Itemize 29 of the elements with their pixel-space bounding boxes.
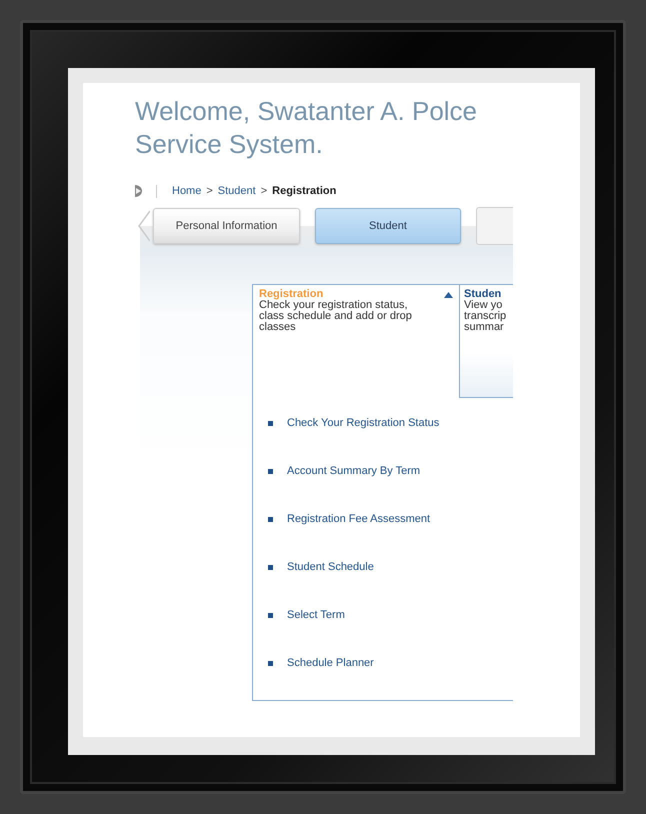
card-description: View yo bbox=[464, 300, 504, 311]
breadcrumb-link[interactable]: Home bbox=[172, 185, 202, 197]
menu-link[interactable]: Registration Fee Assessment bbox=[287, 513, 430, 525]
breadcrumb-separator: > bbox=[206, 185, 213, 197]
card-description: transcrip bbox=[464, 311, 508, 322]
arrow-icon[interactable] bbox=[135, 184, 145, 198]
menu-link[interactable]: Schedule Planner bbox=[287, 657, 374, 669]
card-description: summar bbox=[464, 322, 504, 333]
card-title: Studen bbox=[464, 289, 502, 300]
welcome-heading: Service System. bbox=[135, 128, 324, 161]
menu-link[interactable]: Account Summary By Term bbox=[287, 465, 420, 477]
menu-link[interactable]: Select Term bbox=[287, 609, 345, 621]
menu-link[interactable]: Check Your Registration Status bbox=[287, 417, 440, 429]
bullet-icon bbox=[268, 516, 273, 522]
bullet-icon bbox=[268, 564, 273, 570]
menu-link[interactable]: Student Schedule bbox=[287, 561, 374, 573]
welcome-heading: Welcome, Swatanter A. Polce bbox=[135, 95, 478, 128]
bullet-icon bbox=[268, 660, 273, 666]
nav-tab[interactable]: Student bbox=[315, 208, 461, 244]
breadcrumb-current: Registration bbox=[272, 185, 336, 197]
card-title: Registration bbox=[259, 289, 324, 300]
bullet-icon bbox=[268, 468, 273, 474]
card-description: Check your registration status, class schedule and add or drop classes bbox=[259, 300, 413, 333]
bullet-icon bbox=[268, 420, 273, 426]
nav-tab[interactable]: Personal Information bbox=[153, 208, 300, 244]
breadcrumb-link[interactable]: Student bbox=[218, 185, 256, 197]
breadcrumb-separator: > bbox=[260, 185, 268, 197]
collapse-icon[interactable] bbox=[444, 292, 453, 298]
bullet-icon bbox=[268, 612, 273, 618]
